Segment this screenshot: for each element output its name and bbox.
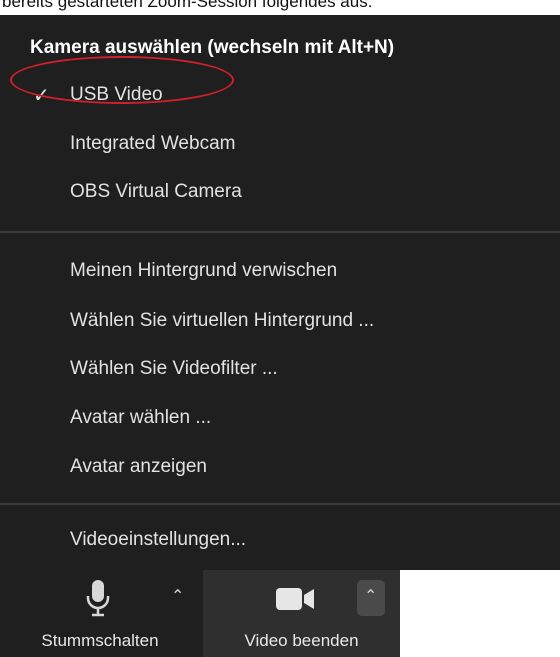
- stop-video-button[interactable]: ⌃ Video beenden: [203, 570, 400, 657]
- menu-title: Kamera auswählen (wechseln mit Alt+N): [30, 37, 395, 58]
- option-choose-avatar[interactable]: Avatar wählen ...: [0, 398, 560, 438]
- chevron-up-icon[interactable]: ⌃: [171, 586, 184, 606]
- camera-option-obs-virtual-camera[interactable]: OBS Virtual Camera: [0, 172, 560, 212]
- menu-option-label: Wählen Sie virtuellen Hintergrund ...: [70, 310, 375, 331]
- video-label: Video beenden: [244, 631, 359, 650]
- menu-option-label: Videoeinstellungen...: [70, 529, 247, 550]
- menu-option-label: Avatar wählen ...: [70, 407, 212, 428]
- menu-divider: [0, 503, 560, 505]
- option-blur-background[interactable]: Meinen Hintergrund verwischen: [0, 251, 560, 291]
- mute-label: Stummschalten: [41, 631, 159, 650]
- menu-option-label: Meinen Hintergrund verwischen: [70, 260, 338, 281]
- option-video-filter[interactable]: Wählen Sie Videofilter ...: [0, 349, 560, 389]
- menu-option-label: Avatar anzeigen: [70, 456, 207, 477]
- option-show-avatar[interactable]: Avatar anzeigen: [0, 447, 560, 487]
- mute-button[interactable]: ⌃ Stummschalten: [0, 570, 200, 657]
- menu-divider: [0, 231, 560, 233]
- video-camera-icon: [276, 588, 314, 610]
- highlight-circle-annotation: [10, 56, 234, 104]
- option-virtual-background[interactable]: Wählen Sie virtuellen Hintergrund ...: [0, 301, 560, 341]
- video-options-caret-button[interactable]: ⌃: [357, 580, 385, 616]
- option-video-settings[interactable]: Videoeinstellungen...: [0, 520, 560, 560]
- camera-option-label: OBS Virtual Camera: [70, 181, 242, 202]
- document-text-fragment: bereits gestarteten Zoom-Session folgend…: [2, 0, 373, 11]
- microphone-icon: [86, 580, 110, 617]
- camera-option-label: Integrated Webcam: [70, 133, 236, 154]
- menu-option-label: Wählen Sie Videofilter ...: [70, 358, 278, 379]
- camera-option-integrated-webcam[interactable]: Integrated Webcam: [0, 124, 560, 164]
- chevron-up-icon: ⌃: [364, 588, 378, 605]
- meeting-toolbar: ⌃ Stummschalten ⌃ Video beenden: [0, 570, 400, 657]
